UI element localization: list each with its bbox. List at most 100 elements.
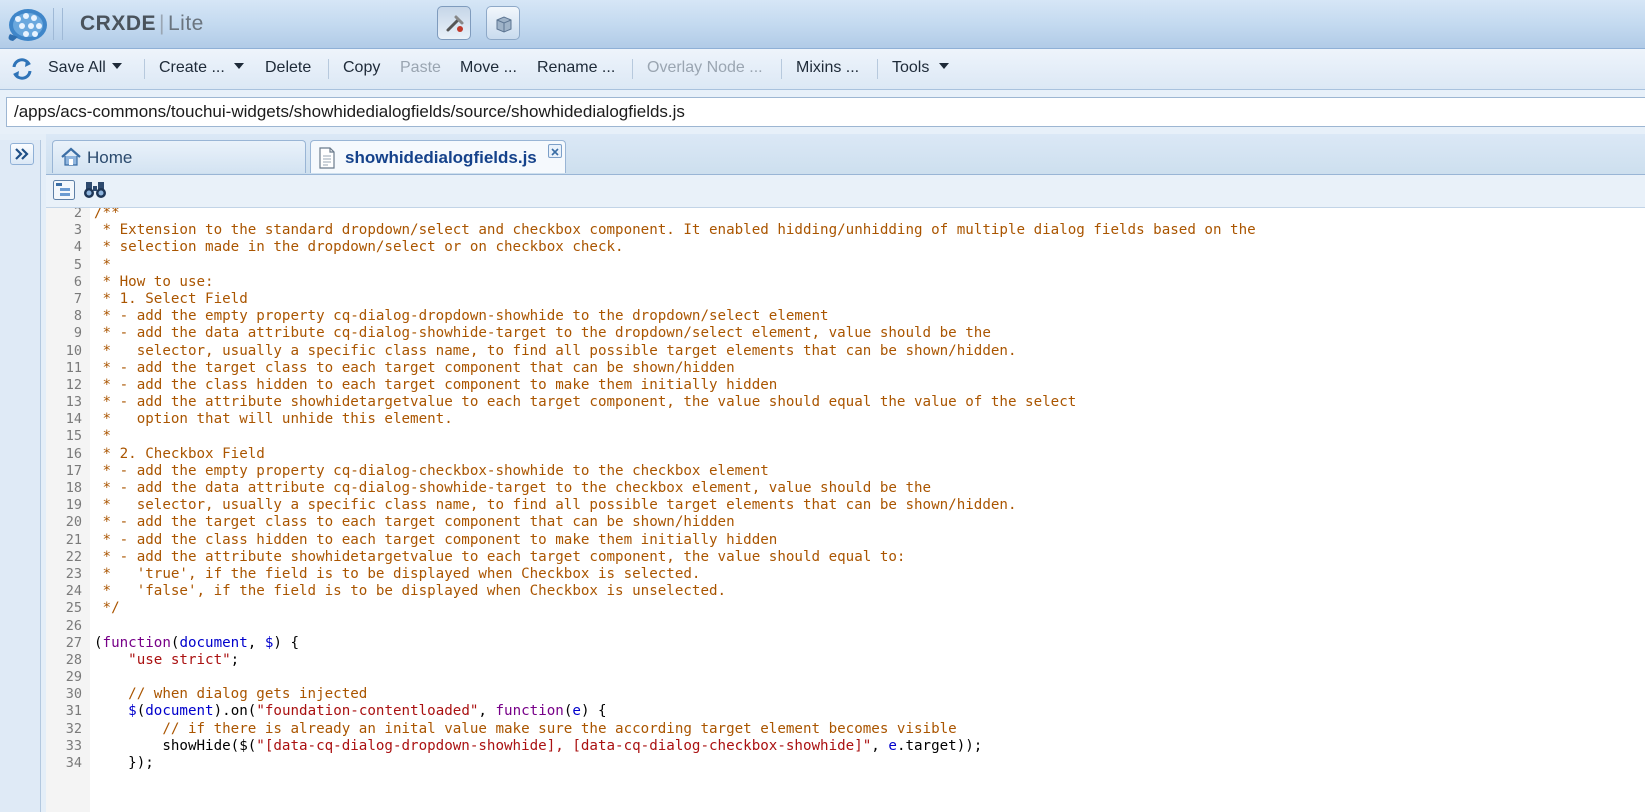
refresh-icon[interactable] [9,56,35,87]
rename-button[interactable]: Rename ... [537,59,615,77]
code-token: * selector, usually a specific class nam… [94,342,1017,359]
line-number: 12 [65,376,82,393]
line-number: 23 [65,565,82,582]
code-text: * - add the target class to each target … [94,360,735,377]
code-text: * selector, usually a specific class nam… [94,497,1017,514]
save-all-button[interactable]: Save All [48,59,122,77]
develop-mode-button[interactable] [437,6,471,40]
code-token: .target)); [896,737,983,754]
code-text: * 'false', if the field is to be display… [94,583,727,600]
code-token: function [495,703,564,720]
close-tab-icon[interactable] [548,144,562,158]
code-token: , [871,737,889,754]
code-token: , [478,703,496,720]
line-number: 4 [73,239,82,256]
tools-menu-button[interactable]: Tools [892,59,950,77]
code-token: * 2. Checkbox Field [94,445,265,462]
code-token: * - add the empty property cq-dialog-dro… [94,308,829,325]
code-token: * 1. Select Field [94,290,248,307]
code-token: * - add the data attribute cq-dialog-sho… [94,325,991,342]
code-text: // if there is already an inital value m… [94,721,956,738]
line-number: 10 [65,342,82,359]
line-number: 19 [65,497,82,514]
code-token: ( [136,703,146,720]
line-number: 7 [73,290,82,307]
code-token: document [179,634,248,651]
code-editor[interactable]: 2 /** 3 * Extension to the standard dropdo… [46,208,1645,812]
header-divider [53,8,54,40]
code-token: "foundation-contentloaded" [256,703,479,720]
line-number: 25 [65,600,82,617]
chevron-down-icon[interactable] [111,62,122,69]
code-token: * - add the target class to each target … [94,359,735,376]
explorer-rail [0,140,41,812]
code-token: e [888,737,897,754]
binoculars-search-icon[interactable] [83,178,107,202]
title-separator: | [159,12,165,35]
code-text: * option that will unhide this element. [94,411,453,428]
code-text: * - add the target class to each target … [94,514,735,531]
mixins-button[interactable]: Mixins ... [796,59,859,77]
tab-home-label: Home [87,148,133,167]
code-text: * - add the data attribute cq-dialog-sho… [94,480,932,497]
code-token: ) { [580,703,607,720]
line-number: 17 [65,462,82,479]
copy-button[interactable]: Copy [343,59,380,77]
code-token: * - add the class hidden to each target … [94,376,778,393]
line-number: 6 [73,273,82,290]
code-token: * selection made in the dropdown/select … [94,239,624,256]
code-text: * - add the class hidden to each target … [94,376,778,394]
code-text: /** [94,208,120,222]
code-token: * - add the class hidden to each target … [94,531,778,548]
outline-icon[interactable] [52,178,76,202]
line-number: 34 [65,755,82,771]
crx-logo-icon [4,4,50,44]
code-token: }); [94,755,154,771]
toolbar-divider [144,59,145,79]
file-icon [318,147,336,174]
code-token: /** [94,208,120,221]
line-number: 16 [65,445,82,462]
code-token: e [572,703,581,720]
code-token: ) { [273,634,300,651]
editor-tabs: Home showhidedialogfields.js [46,134,1645,175]
path-input[interactable] [6,97,1645,127]
code-text: * 2. Checkbox Field [94,446,265,463]
tab-showhidedialogfields-js[interactable]: showhidedialogfields.js [310,140,566,173]
package-icon [496,16,512,33]
tab-home[interactable]: Home [52,140,306,173]
app-header: CRXDE | Lite [0,0,1645,49]
code-token: * [94,256,112,273]
code-token: * [94,428,112,445]
code-token: * - add the target class to each target … [94,514,735,531]
code-token: // when dialog gets injected [94,686,368,703]
chevron-down-icon[interactable] [233,62,244,69]
line-number: 3 [73,222,82,239]
code-token: function [102,634,171,651]
expand-explorer-button[interactable] [10,143,34,165]
create-button[interactable]: Create ... [159,59,244,77]
code-token: showHide($( [94,737,257,754]
toolbar-divider [632,59,633,79]
delete-button[interactable]: Delete [265,59,311,77]
line-number: 13 [65,394,82,411]
line-number: 5 [73,256,82,273]
code-text: */ [94,600,120,617]
code-token: document [145,703,214,720]
line-number: 21 [65,531,82,548]
line-number: 31 [65,703,82,720]
tools-icon [446,15,464,32]
toolbar-divider [328,59,329,79]
path-bar [0,90,1645,134]
move-button[interactable]: Move ... [460,59,517,77]
code-token: ).on( [213,703,257,720]
line-number: 8 [73,308,82,325]
package-mode-button[interactable] [486,6,520,40]
paste-button[interactable]: Paste [400,59,441,77]
code-token: * 'true', if the field is to be displaye… [94,565,701,582]
code-token: * How to use: [94,273,214,290]
chevron-down-icon[interactable] [939,62,950,69]
overlay-node-button[interactable]: Overlay Node ... [647,59,763,77]
